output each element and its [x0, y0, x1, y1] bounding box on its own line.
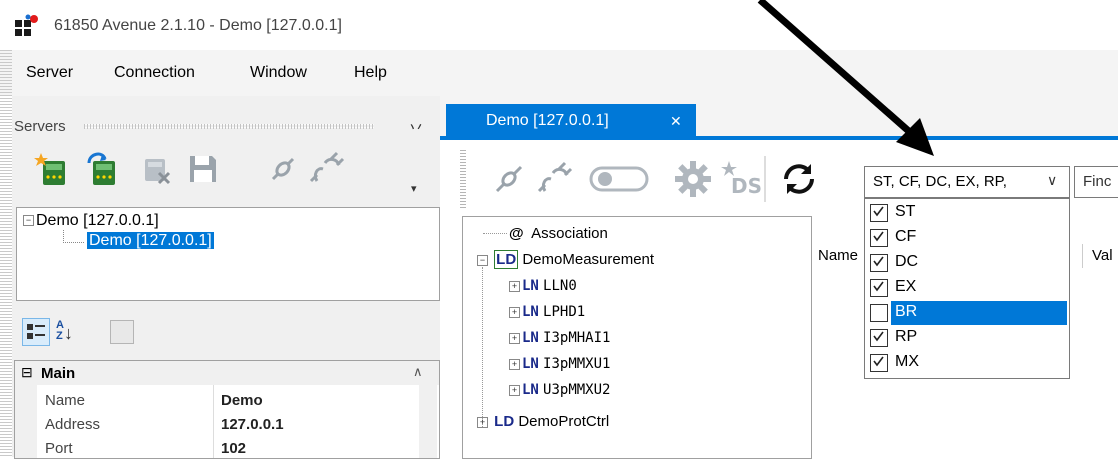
- annotation-arrow-icon: [757, 0, 934, 156]
